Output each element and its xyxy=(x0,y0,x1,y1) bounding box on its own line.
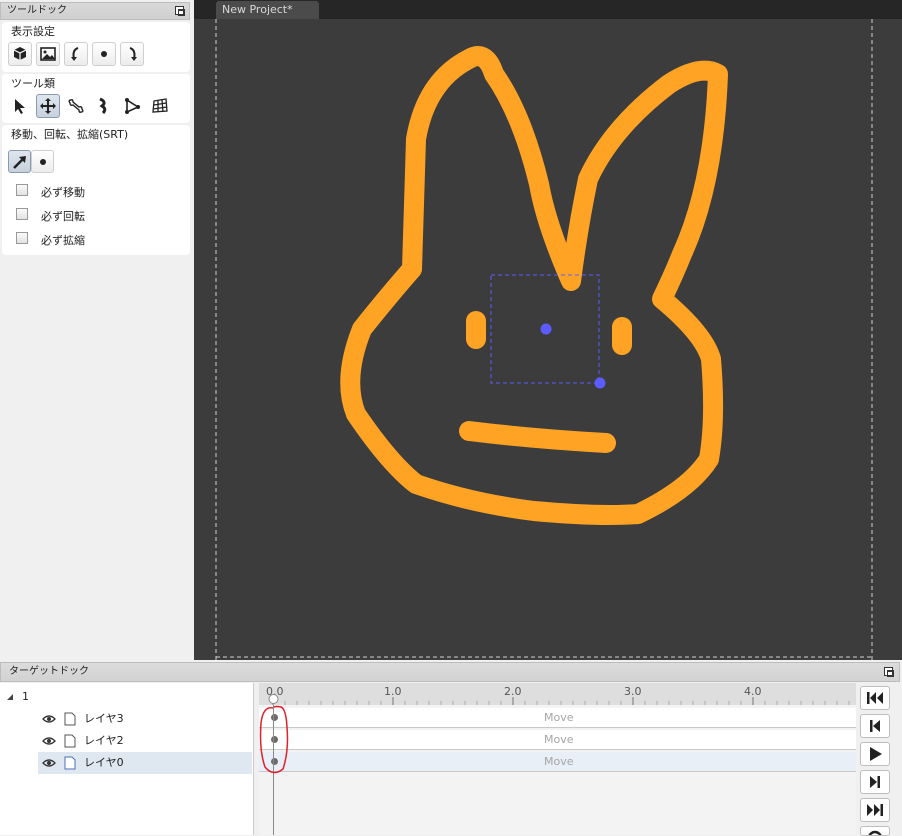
play-button[interactable] xyxy=(860,742,890,766)
checkbox-always-rotate[interactable] xyxy=(16,208,28,220)
ruler-tick-label: 2.0 xyxy=(504,685,522,698)
tool-dock-title-text: ツールドック xyxy=(7,5,67,16)
playhead-handle[interactable] xyxy=(268,693,279,705)
target-dock: ターゲットドック 1 レイヤ3 レイヤ2 レイヤ0 0.0 1.0 2.0 3.… xyxy=(0,662,902,836)
tab-new-project[interactable]: New Project* xyxy=(216,1,319,19)
document-icon xyxy=(64,712,76,726)
dot-icon[interactable] xyxy=(92,42,116,66)
target-dock-title-text: ターゲットドック xyxy=(9,666,89,677)
next-frame-icon xyxy=(870,776,880,788)
srt-label: 移動、回転、拡縮(SRT) xyxy=(11,128,129,141)
tools-label: ツール類 xyxy=(11,77,55,90)
tree-root-row[interactable]: 1 xyxy=(0,686,254,708)
srt-dot-icon[interactable] xyxy=(31,150,54,173)
track-layer-3[interactable]: Move xyxy=(259,708,856,728)
play-icon xyxy=(870,747,882,761)
next-frame-button[interactable] xyxy=(860,770,890,794)
tab-bar: New Project* xyxy=(194,0,902,19)
checkbox-always-move[interactable] xyxy=(16,184,28,196)
track-label: Move xyxy=(544,755,574,768)
timeline-ruler[interactable]: 0.0 1.0 2.0 3.0 4.0 xyxy=(259,683,856,705)
transport-controls xyxy=(858,683,900,836)
first-frame-icon xyxy=(867,692,883,704)
ruler-tick-label: 1.0 xyxy=(384,685,402,698)
layer-row-2[interactable]: レイヤ2 xyxy=(0,730,254,752)
eye-icon[interactable] xyxy=(42,714,56,724)
last-frame-icon xyxy=(867,804,883,816)
pivot-handle[interactable] xyxy=(540,323,552,335)
bunny-mouth-stroke xyxy=(459,421,616,453)
display-settings-group: 表示設定 xyxy=(2,22,190,72)
layer-label: レイヤ3 xyxy=(84,712,124,725)
ruler-tick-label: 3.0 xyxy=(624,685,642,698)
move-cross-icon[interactable] xyxy=(36,94,60,118)
track-label: Move xyxy=(544,733,574,746)
grid-mesh-icon[interactable] xyxy=(148,94,172,118)
tool-dock-title: ツールドック xyxy=(0,2,190,20)
ruler-ticks xyxy=(272,697,850,705)
track-layer-2[interactable]: Move xyxy=(259,730,856,750)
tools-group: ツール類 xyxy=(2,74,190,123)
timeline[interactable]: 0.0 1.0 2.0 3.0 4.0 Move Move Move xyxy=(259,683,856,835)
eye-icon[interactable] xyxy=(42,758,56,768)
ruler-tick-label: 4.0 xyxy=(744,685,762,698)
checkbox-always-scale[interactable] xyxy=(16,232,28,244)
document-icon xyxy=(64,756,76,770)
target-dock-float-icon[interactable] xyxy=(884,667,894,677)
arrow-select-icon[interactable] xyxy=(8,94,32,118)
collapse-triangle-icon[interactable] xyxy=(6,693,14,701)
rotate-right-icon[interactable] xyxy=(120,42,144,66)
first-frame-button[interactable] xyxy=(860,686,890,710)
tree-root-label: 1 xyxy=(22,690,29,703)
srt-group: 移動、回転、拡縮(SRT) 必ず移動 必ず回転 必ず拡縮 xyxy=(2,125,190,255)
document-icon xyxy=(64,734,76,748)
target-dock-title: ターゲットドック xyxy=(0,662,900,682)
last-frame-button[interactable] xyxy=(860,798,890,822)
image-icon[interactable] xyxy=(36,42,60,66)
bone-icon[interactable] xyxy=(64,94,88,118)
editor-area: New Project* xyxy=(194,0,902,660)
tool-dock: ツールドック 表示設定 ツール類 移動、回転、拡縮(SRT) 必ず移動 必ず回転… xyxy=(0,0,192,662)
tab-new-project-label: New Project* xyxy=(222,3,293,16)
mesh-vertex-icon[interactable] xyxy=(120,94,144,118)
bend-icon[interactable] xyxy=(92,94,116,118)
prev-frame-icon xyxy=(870,720,880,732)
layer-tree: 1 レイヤ3 レイヤ2 レイヤ0 xyxy=(0,683,254,835)
eye-icon[interactable] xyxy=(42,736,56,746)
display-settings-label: 表示設定 xyxy=(11,25,55,38)
track-label: Move xyxy=(544,711,574,724)
layer-label: レイヤ0 xyxy=(84,756,124,769)
srt-arrow-icon[interactable] xyxy=(8,150,31,173)
scale-handle[interactable] xyxy=(594,377,606,389)
red-annotation-circle xyxy=(259,705,289,774)
track-layer-0[interactable]: Move xyxy=(259,752,856,772)
layer-label: レイヤ2 xyxy=(84,734,124,747)
cube-icon[interactable] xyxy=(8,42,32,66)
checkbox-always-rotate-label: 必ず回転 xyxy=(41,210,85,223)
drawing-canvas[interactable] xyxy=(194,19,902,660)
checkbox-always-scale-label: 必ず拡縮 xyxy=(41,234,85,247)
layer-row-0[interactable]: レイヤ0 xyxy=(38,752,252,774)
rotate-left-icon[interactable] xyxy=(64,42,88,66)
checkbox-always-move-label: 必ず移動 xyxy=(41,186,85,199)
bunny-drawing xyxy=(340,46,728,525)
dock-float-icon[interactable] xyxy=(175,6,185,16)
layer-row-3[interactable]: レイヤ3 xyxy=(0,708,254,730)
prev-frame-button[interactable] xyxy=(860,714,890,738)
